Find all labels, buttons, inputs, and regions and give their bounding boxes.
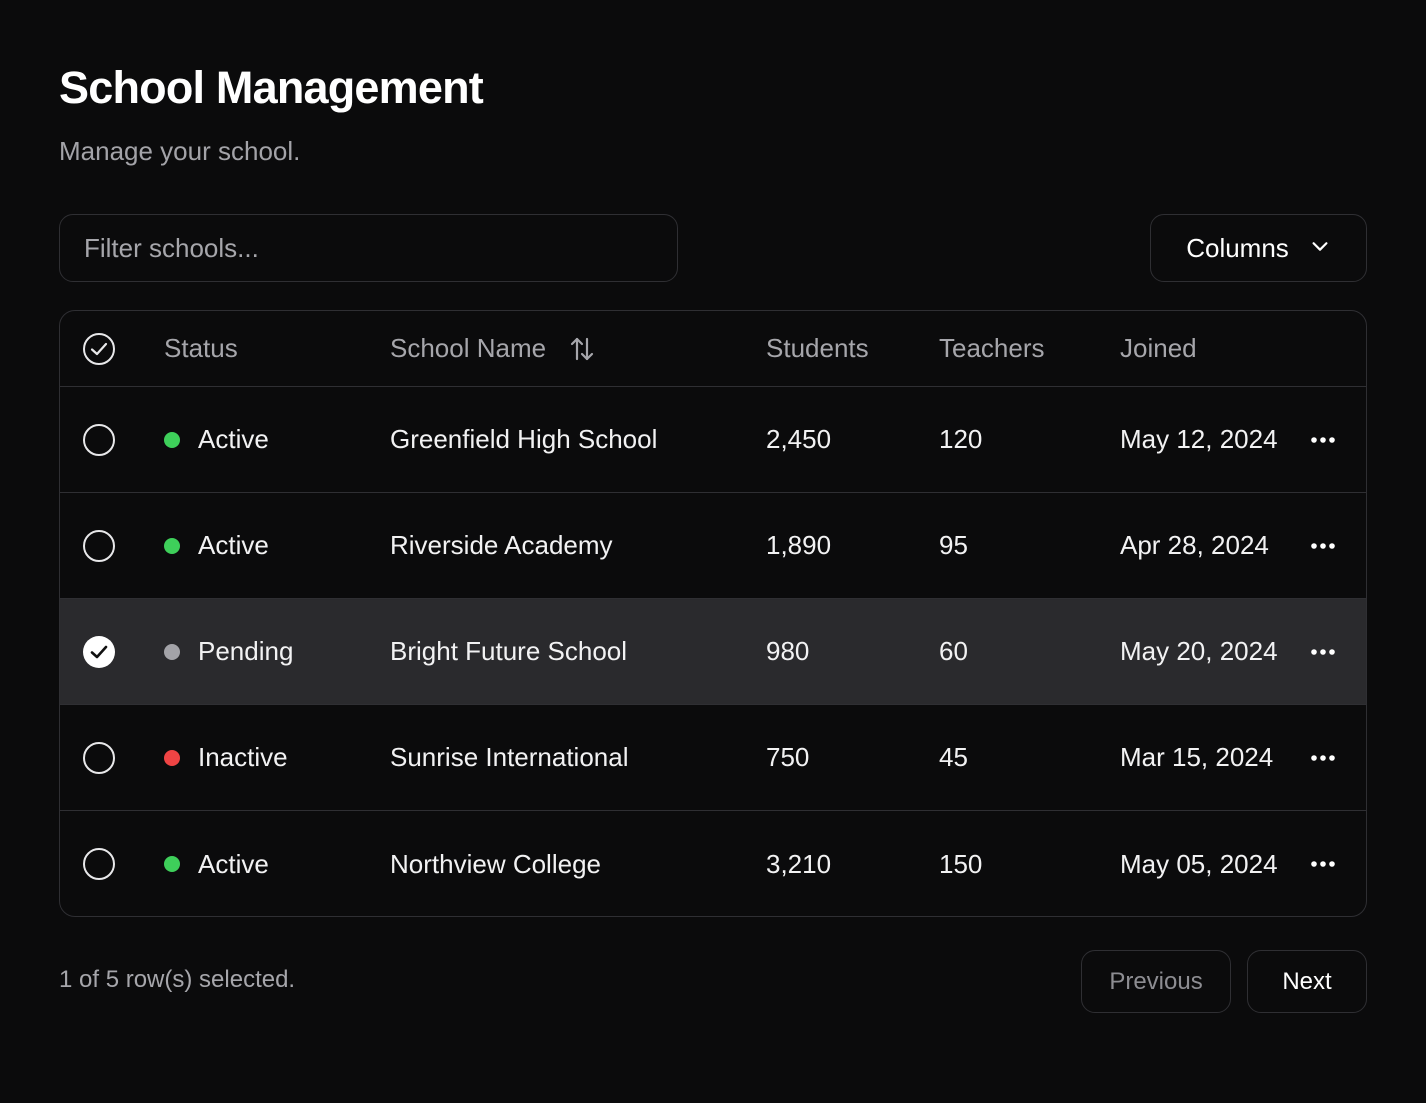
row-checkbox[interactable] (82, 635, 116, 669)
column-header-status: Status (164, 333, 238, 363)
page-title: School Management (59, 62, 484, 113)
column-header-school-name[interactable]: School Name (390, 333, 596, 364)
teachers-cell: 150 (939, 848, 983, 879)
table-row[interactable]: Pending Bright Future School 980 60 May 20, … (60, 599, 1366, 705)
table-header: Status School Name Students Teachers Joi… (60, 311, 1366, 387)
joined-cell: Apr 28, 2024 (1120, 530, 1269, 560)
row-actions-button[interactable] (1308, 743, 1338, 773)
page-subtitle: Manage your school. (59, 136, 301, 166)
row-actions-button[interactable] (1308, 531, 1338, 561)
students-cell: 3,210 (766, 848, 832, 879)
more-horizontal-icon (1311, 648, 1335, 655)
school-management-page: School Management Manage your school. Co… (0, 0, 1426, 1103)
teachers-cell: 120 (939, 424, 983, 454)
status-dot-icon (164, 749, 180, 766)
status-label: Active (198, 530, 269, 560)
status-dot-icon (164, 856, 180, 872)
table-row[interactable]: Active Greenfield High School 2,450 120 May … (60, 387, 1366, 493)
table-row[interactable]: Active Northview College 3,210 150 May 05, 2… (60, 811, 1366, 916)
row-checkbox[interactable] (82, 529, 116, 563)
chevron-down-icon (1309, 233, 1331, 264)
status-dot-icon (164, 643, 180, 660)
more-horizontal-icon (1311, 542, 1335, 549)
empty-circle-icon (83, 848, 115, 880)
more-horizontal-icon (1311, 861, 1335, 867)
previous-button[interactable]: Previous (1081, 950, 1231, 1013)
teachers-cell: 60 (939, 636, 968, 666)
row-checkbox[interactable] (82, 741, 116, 775)
joined-cell: May 20, 2024 (1120, 636, 1278, 666)
status-cell: Pending (164, 636, 293, 667)
row-checkbox[interactable] (82, 423, 116, 457)
next-button[interactable]: Next (1247, 950, 1367, 1013)
selection-status: 1 of 5 row(s) selected. (59, 966, 296, 993)
status-label: Active (198, 848, 269, 879)
row-actions-button[interactable] (1308, 849, 1338, 879)
students-cell: 1,890 (766, 530, 832, 560)
columns-dropdown-button[interactable]: Columns (1150, 214, 1367, 282)
column-header-students: Students (766, 333, 869, 363)
sort-arrows-icon[interactable] (568, 335, 596, 363)
school-name-cell: Sunrise International (390, 742, 629, 772)
school-name-cell: Greenfield High School (390, 424, 658, 454)
teachers-cell: 45 (939, 742, 968, 772)
joined-cell: Mar 15, 2024 (1120, 742, 1274, 772)
column-header-teachers: Teachers (939, 333, 1045, 363)
row-checkbox[interactable] (82, 847, 116, 881)
students-cell: 980 (766, 636, 810, 666)
table-body: Active Greenfield High School 2,450 120 May … (60, 387, 1366, 916)
table-row[interactable]: Inactive Sunrise International 750 45 Mar 15… (60, 705, 1366, 811)
status-dot-icon (164, 431, 180, 448)
empty-circle-icon (83, 741, 115, 774)
status-cell: Active (164, 849, 269, 880)
select-all-checkbox[interactable] (82, 332, 116, 366)
teachers-cell: 95 (939, 530, 968, 560)
status-label: Pending (198, 636, 294, 666)
columns-label: Columns (1186, 232, 1289, 263)
students-cell: 750 (766, 742, 810, 772)
joined-cell: May 05, 2024 (1120, 848, 1278, 879)
status-label: Active (198, 424, 269, 454)
students-cell: 2,450 (766, 424, 832, 454)
status-dot-icon (164, 537, 180, 554)
school-name-cell: Bright Future School (390, 636, 628, 666)
filter-schools-input[interactable] (59, 214, 678, 282)
row-actions-button[interactable] (1308, 637, 1338, 667)
checked-circle-icon (83, 635, 115, 668)
empty-circle-icon (83, 423, 115, 456)
circle-check-icon (83, 332, 115, 365)
row-actions-button[interactable] (1308, 425, 1338, 455)
status-cell: Active (164, 530, 269, 561)
status-label: Inactive (198, 742, 288, 772)
empty-circle-icon (83, 529, 115, 562)
status-cell: Inactive (164, 742, 288, 773)
column-header-school-name-label: School Name (390, 333, 547, 363)
more-horizontal-icon (1311, 754, 1335, 761)
table-row[interactable]: Active Riverside Academy 1,890 95 Apr 28, 20… (60, 493, 1366, 599)
schools-table: Status School Name Students Teachers Joi… (59, 310, 1367, 917)
more-horizontal-icon (1311, 436, 1335, 443)
school-name-cell: Northview College (390, 848, 601, 879)
column-header-joined: Joined (1120, 333, 1197, 363)
status-cell: Active (164, 424, 269, 455)
school-name-cell: Riverside Academy (390, 530, 613, 560)
joined-cell: May 12, 2024 (1120, 424, 1278, 454)
